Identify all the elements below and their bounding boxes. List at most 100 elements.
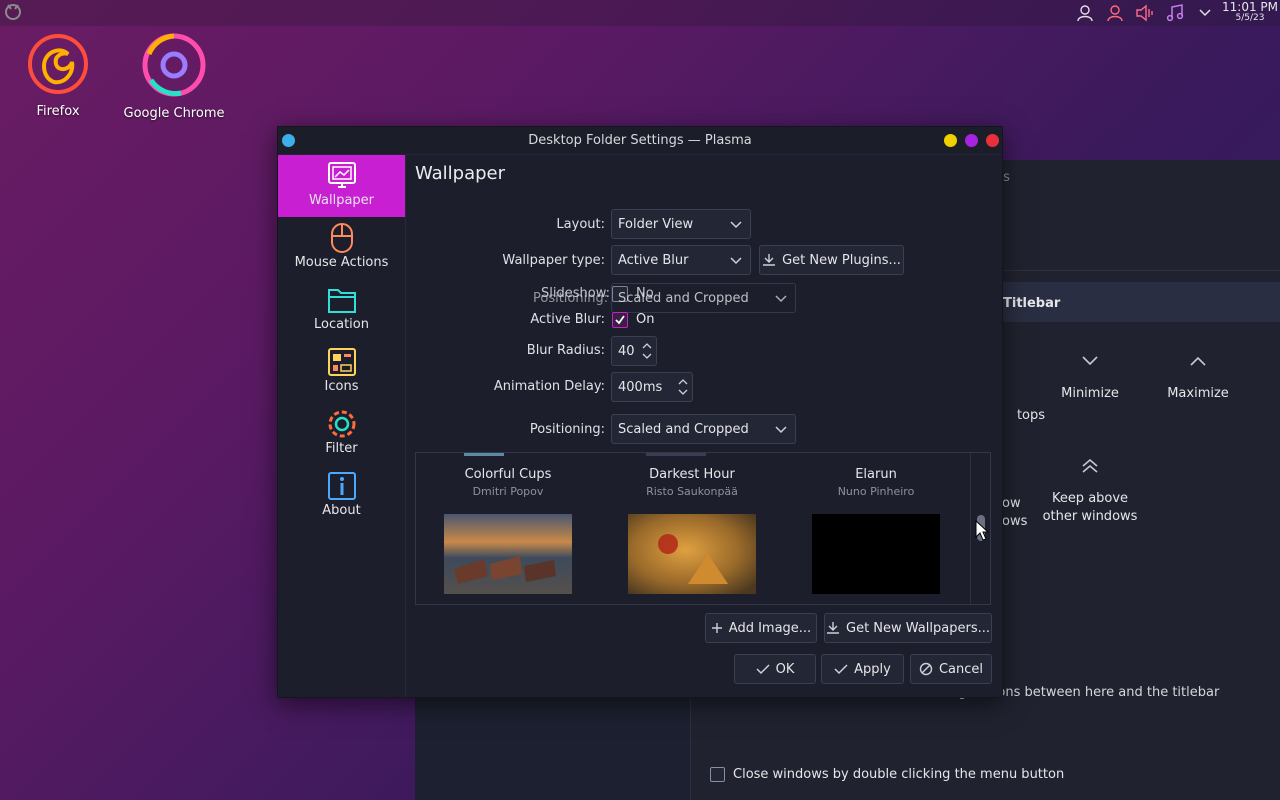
- download-icon: [827, 622, 839, 634]
- clock-date: 5/5/23: [1235, 13, 1265, 23]
- checkmark-icon: [615, 315, 625, 325]
- titlebar-preview-label: Titlebar: [1003, 296, 1061, 311]
- user-switch-icon[interactable]: [1100, 0, 1130, 26]
- window-menu-icon[interactable]: [282, 134, 295, 147]
- ghost-positioning-label: Positioning:: [533, 291, 609, 306]
- desktop-icon-label: Firefox: [36, 104, 80, 119]
- sidebar-item-wallpaper[interactable]: Wallpaper: [278, 155, 405, 217]
- system-tray: 11:01 PM 5/5/23: [1070, 0, 1280, 26]
- app-launcher-icon[interactable]: [4, 2, 22, 22]
- info-icon: [278, 469, 405, 503]
- chevron-down-icon: [1030, 348, 1150, 376]
- checkmark-icon: [756, 664, 770, 675]
- wallpaper-type-label: Wallpaper type:: [502, 253, 605, 268]
- sidebar-item-label: About: [322, 503, 361, 518]
- wallpaper-thumbnail: [444, 514, 572, 594]
- chrome-icon: [142, 33, 206, 97]
- ok-button[interactable]: OK: [734, 654, 816, 684]
- double-chevron-up-icon: [1030, 456, 1150, 484]
- wallpaper-page: Wallpaper Layout: Folder View Wallpaper …: [415, 155, 1002, 697]
- tray-expand-chevron-icon[interactable]: [1190, 0, 1220, 26]
- page-title: Wallpaper: [415, 163, 506, 184]
- sidebar-item-location[interactable]: Location: [278, 279, 405, 341]
- desktop-icon-firefox[interactable]: Firefox: [3, 32, 113, 119]
- gallery-top-strip: [446, 453, 946, 456]
- dialog-titlebar[interactable]: Desktop Folder Settings — Plasma: [278, 127, 1002, 155]
- user-icon[interactable]: [1070, 0, 1100, 26]
- mouse-cursor-icon: [975, 520, 989, 541]
- positioning-combo[interactable]: Scaled and Cropped: [611, 414, 796, 444]
- active-blur-label: Active Blur:: [530, 312, 605, 327]
- close-window-button[interactable]: [986, 134, 999, 147]
- icons-grid-icon: [278, 345, 405, 379]
- animation-delay-spinbox[interactable]: 400ms: [611, 372, 693, 402]
- minimize-window-button[interactable]: [944, 134, 957, 147]
- digital-clock[interactable]: 11:01 PM 5/5/23: [1220, 0, 1280, 24]
- wallpaper-thumbnail: [628, 514, 756, 594]
- button-label: Maximize: [1167, 386, 1229, 401]
- chevron-down-icon: [730, 221, 742, 229]
- wallpaper-name: Colorful Cups: [464, 467, 552, 482]
- settings-sidebar: Wallpaper Mouse Actions Location Icons F…: [278, 155, 406, 697]
- clock-time: 11:01 PM: [1222, 0, 1278, 14]
- firefox-icon: [28, 34, 88, 94]
- add-image-button[interactable]: Add Image...: [705, 613, 817, 643]
- get-new-plugins-button[interactable]: Get New Plugins...: [759, 245, 904, 275]
- sidebar-item-filter[interactable]: Filter: [278, 403, 405, 465]
- wallpaper-tile[interactable]: Colorful Cups Dmitri Popov: [416, 467, 600, 594]
- sidebar-item-label: Location: [314, 317, 369, 332]
- sidebar-item-label: Mouse Actions: [294, 255, 389, 270]
- close-dbl-click-label: Close windows by double clicking the men…: [733, 767, 1065, 782]
- wallpaper-gallery[interactable]: Colorful Cups Dmitri Popov Darkest Hour …: [415, 452, 991, 605]
- button-keep-above[interactable]: Keep above other windows: [1030, 456, 1150, 526]
- desktop-icon-label: Google Chrome: [123, 106, 225, 121]
- wallpaper-type-combo[interactable]: Active Blur: [611, 245, 751, 275]
- wallpaper-thumbnail: [812, 514, 940, 594]
- spinner-arrows-icon[interactable]: [642, 341, 652, 361]
- download-icon: [763, 254, 776, 266]
- sidebar-item-label: Wallpaper: [308, 193, 375, 208]
- chevron-down-icon: [775, 295, 787, 303]
- get-new-wallpapers-button[interactable]: Get New Wallpapers...: [824, 613, 992, 643]
- blur-radius-label: Blur Radius:: [526, 343, 605, 358]
- spinner-arrows-icon[interactable]: [678, 377, 688, 397]
- blur-radius-spinbox[interactable]: 40: [611, 336, 657, 366]
- positioning-label: Positioning:: [529, 422, 605, 437]
- sidebar-item-label: Icons: [324, 379, 359, 394]
- wallpaper-tile[interactable]: Darkest Hour Risto Saukonpää: [600, 467, 784, 594]
- button-keep-below[interactable]: ow ows: [1002, 495, 1027, 531]
- maximize-window-button[interactable]: [965, 134, 978, 147]
- close-dbl-click-checkbox[interactable]: [710, 767, 725, 782]
- wallpaper-name: Darkest Hour: [649, 467, 735, 482]
- active-blur-checkbox[interactable]: [612, 312, 628, 328]
- sidebar-item-about[interactable]: About: [278, 465, 405, 527]
- layout-label: Layout:: [556, 217, 605, 232]
- close-dbl-click-option[interactable]: Close windows by double clicking the men…: [710, 767, 1064, 782]
- wallpaper-icon: [278, 159, 405, 193]
- cancel-button[interactable]: Cancel: [910, 654, 992, 684]
- volume-icon[interactable]: [1130, 0, 1160, 26]
- cancel-icon: [919, 662, 933, 676]
- folder-icon: [278, 283, 405, 317]
- wallpaper-tile[interactable]: Elarun Nuno Pinheiro: [784, 467, 968, 594]
- active-blur-value: On: [636, 312, 655, 327]
- sidebar-item-icons[interactable]: Icons: [278, 341, 405, 403]
- desktop-icon-chrome[interactable]: Google Chrome: [119, 32, 229, 121]
- sidebar-item-label: Filter: [325, 441, 358, 456]
- apply-button[interactable]: Apply: [821, 654, 904, 684]
- gear-icon: [278, 407, 405, 441]
- sidebar-item-mouse-actions[interactable]: Mouse Actions: [278, 217, 405, 279]
- desktop-folder-settings-dialog: Desktop Folder Settings — Plasma Wallpap…: [277, 126, 1003, 698]
- dialog-title: Desktop Folder Settings — Plasma: [528, 133, 752, 148]
- chevron-down-icon: [775, 426, 787, 434]
- button-minimize[interactable]: Minimize: [1030, 348, 1150, 401]
- ghost-positioning-combo[interactable]: Scaled and Cropped: [611, 283, 796, 313]
- music-icon[interactable]: [1160, 0, 1190, 26]
- wallpaper-author: Dmitri Popov: [472, 485, 544, 498]
- button-label: Minimize: [1061, 386, 1119, 401]
- animation-delay-label: Animation Delay:: [493, 379, 605, 394]
- button-maximize[interactable]: Maximize: [1138, 348, 1258, 401]
- mouse-icon: [278, 221, 405, 255]
- wallpaper-author: Risto Saukonpää: [646, 485, 738, 498]
- layout-combo[interactable]: Folder View: [611, 209, 751, 239]
